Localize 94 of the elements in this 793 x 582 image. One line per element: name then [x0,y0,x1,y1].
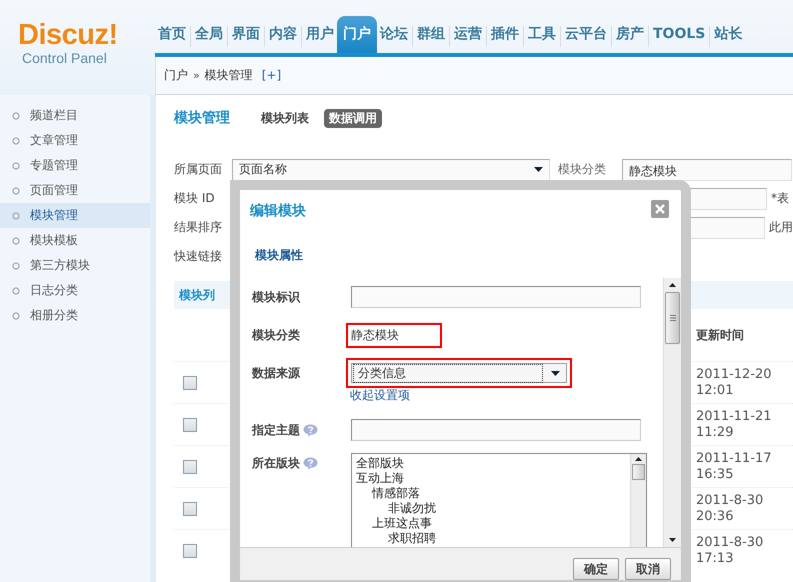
nav-tab[interactable]: 插件 [488,16,522,52]
logo-subtitle: Control Panel [22,50,108,66]
input-field[interactable] [351,286,641,308]
list-option[interactable]: 上班这点事 [352,516,630,531]
breadcrumb-item[interactable]: 门户 [164,66,188,84]
row-checkbox[interactable] [183,376,197,390]
dialog-section-tab[interactable]: 模块属性 [255,247,303,264]
nav-tab[interactable]: 站长 [711,16,746,52]
nav-tab[interactable]: 工具 [525,16,559,52]
sidebar-item[interactable]: 模块模板 [0,228,150,253]
section-title: 模块列 [179,286,215,304]
scroll-thumb[interactable] [665,292,680,344]
table-cell-text: 2011-12-20 12:01 [696,366,773,398]
bullet-icon [12,312,20,320]
dialog-title: 编辑模块 [250,202,306,220]
caret-icon [534,167,543,172]
nav-tab[interactable]: 运营 [451,16,485,52]
list-option[interactable]: 全部版块 [352,456,630,471]
filter-label: 结果排序 [174,219,223,236]
sidebar-item[interactable]: 频道栏目 [0,103,150,128]
field-label: 模块分类 [252,326,300,344]
sidebar-item[interactable]: 第三方模块 [0,253,150,278]
sidebar-item[interactable]: 模块管理 [0,203,150,228]
nav-tab[interactable]: 论坛 [377,16,411,52]
bullet-icon [12,262,20,270]
nav-tab[interactable]: 首页 [155,16,189,52]
close-icon [655,204,665,214]
breadcrumb-item: 模块管理 [204,66,253,84]
bullet-icon [12,236,20,244]
nav-tab[interactable]: 全局 [192,16,226,52]
table-cell-text: 2011-11-17 16:35 [696,450,773,482]
scrollbar[interactable] [663,278,681,547]
collapse-settings-link[interactable]: 收起设置项 [350,386,410,404]
bullet-icon [12,186,20,194]
input-field[interactable] [351,419,641,441]
filter-label: 快速链接 [174,248,223,265]
scrollbar[interactable] [630,454,646,547]
sidebar-item[interactable]: 相册分类 [0,303,150,328]
bullet-icon [12,286,20,294]
field-hint: 此用 [769,219,793,236]
column-header: 更新时间 [696,326,745,344]
tab[interactable]: 模块列表 [256,108,314,128]
page-title: 模块管理 [174,109,230,127]
nav-tab[interactable]: 云平台 [562,16,610,52]
list-option[interactable]: 互动上海 [352,471,630,486]
nav-tab[interactable]: TOOLS [650,16,708,52]
dialog-button[interactable]: 确定 [573,558,619,580]
dialog-button[interactable]: 取消 [625,558,671,580]
filter-label: 所属页面 [174,161,223,178]
close-button[interactable] [651,200,669,218]
filter-label: 模块分类 [558,161,607,178]
caret-icon [551,370,560,376]
nav-tab[interactable]: 房产 [613,16,647,52]
grip-icon [668,314,676,322]
field-label: 数据来源 [252,364,300,382]
category-value: 静态模块 [346,322,442,348]
nav-tab[interactable]: 用户 [303,16,337,52]
breadcrumb-separator: » [193,68,200,82]
logo-text: Discuz! [18,20,119,50]
bullet-icon [12,112,20,120]
row-checkbox[interactable] [183,418,197,432]
table-cell-text: 2011-8-30 17:13 [696,534,764,566]
sidebar-item[interactable]: 文章管理 [0,128,150,153]
nav-tab[interactable]: 群组 [414,16,448,52]
filter-label: 模块 ID [174,190,216,207]
row-checkbox[interactable] [183,460,197,474]
sidebar-item[interactable]: 页面管理 [0,178,150,203]
data-source-select[interactable]: 分类信息 [351,363,567,383]
field-label: 指定主题 [252,422,300,438]
page-select[interactable]: 页面名称 [232,158,550,180]
row-checkbox[interactable] [183,544,197,558]
nav-tab[interactable]: 界面 [229,16,263,52]
forum-list[interactable]: 全部版块 互动上海 情感部落 非诚勿扰 上班这点事 求职招聘 [351,453,647,547]
table-cell-text: 2011-11-21 11:29 [696,408,773,440]
add-shortcut-link[interactable]: [+] [262,68,282,82]
table-cell-text: 2011-8-30 20:36 [696,492,764,524]
nav-tab[interactable]: 内容 [266,16,300,52]
scroll-thumb[interactable] [632,464,645,480]
sidebar-item[interactable]: 日志分类 [0,278,150,303]
field-label: 所在版块 [252,455,300,472]
bullet-icon [12,136,20,144]
field-label: 模块标识 [252,288,300,306]
bullet-icon [12,212,20,220]
bullet-icon [12,162,20,170]
category-field[interactable]: 静态模块 [622,158,792,180]
sidebar-item[interactable]: 专题管理 [0,153,150,178]
row-checkbox[interactable] [183,502,197,516]
help-icon[interactable] [303,424,318,436]
help-icon[interactable] [303,457,318,470]
tab[interactable]: 数据调用 [324,108,382,128]
field-hint: *表 [771,190,789,207]
list-option[interactable]: 求职招聘 [352,531,630,546]
list-option[interactable]: 情感部落 [352,486,630,501]
list-option[interactable]: 非诚勿扰 [352,501,630,516]
